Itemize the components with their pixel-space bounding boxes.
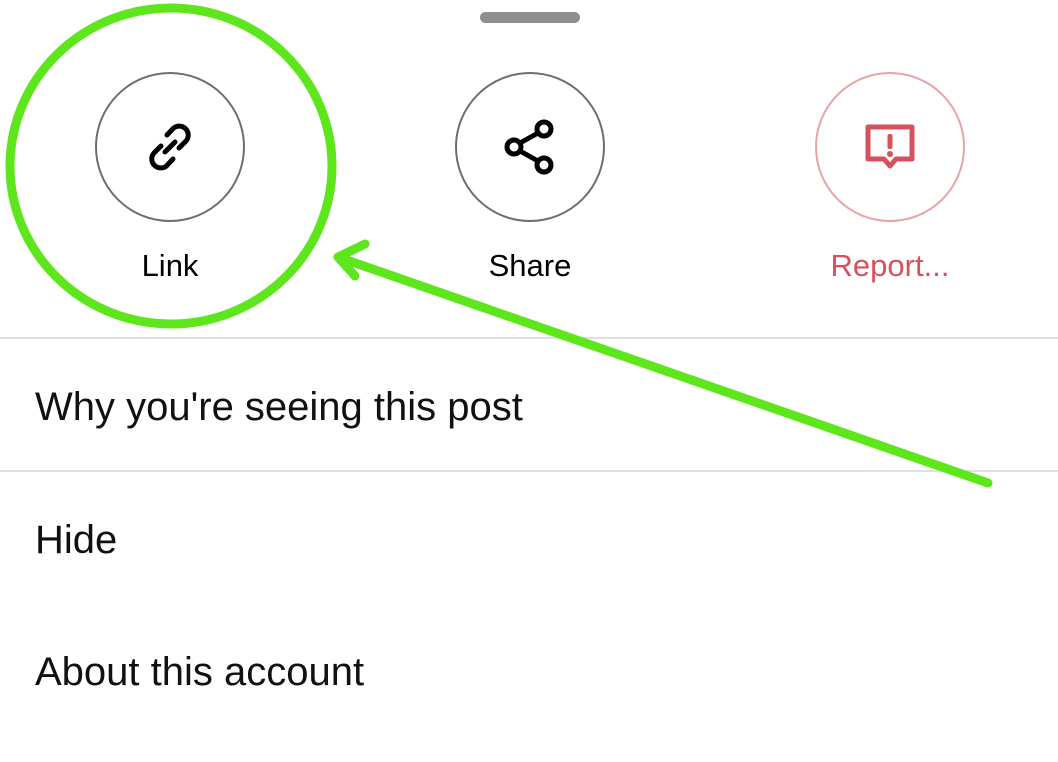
share-icon-circle[interactable] <box>455 72 605 222</box>
report-icon <box>865 124 915 169</box>
link-icon <box>149 123 191 171</box>
link-icon-circle[interactable] <box>95 72 245 222</box>
drag-handle[interactable] <box>480 12 580 23</box>
link-label: Link <box>141 248 199 283</box>
report-label: Report... <box>830 248 950 283</box>
annotation-arrow-head <box>333 239 370 281</box>
share-label: Share <box>488 248 572 283</box>
report-action-button[interactable]: Report... <box>780 72 1000 292</box>
share-icon <box>504 119 554 175</box>
why-seeing-post-item[interactable]: Why you're seeing this post <box>35 383 523 431</box>
hide-item[interactable]: Hide <box>35 516 117 564</box>
divider <box>0 337 1058 339</box>
about-account-item[interactable]: About this account <box>35 648 364 696</box>
divider <box>0 470 1058 472</box>
share-action-button[interactable]: Share <box>420 72 640 292</box>
link-action-button[interactable]: Link <box>60 72 280 292</box>
bottom-sheet: Link Share Report... Why you're seeing t… <box>0 0 1058 762</box>
report-icon-circle[interactable] <box>815 72 965 222</box>
